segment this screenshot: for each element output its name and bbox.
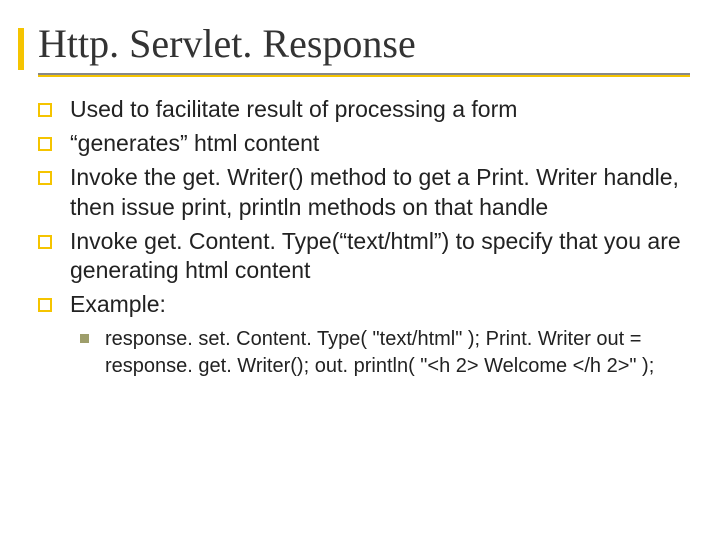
bullet-square-icon — [38, 235, 52, 249]
bullet-text: Example: — [70, 290, 166, 320]
sub-list-item: response. set. Content. Type( "text/html… — [80, 326, 690, 380]
list-item: Invoke get. Content. Type(“text/html”) t… — [38, 227, 682, 287]
sub-bullet-list: response. set. Content. Type( "text/html… — [80, 326, 690, 380]
list-item: “generates” html content — [38, 129, 682, 159]
list-item: Used to facilitate result of processing … — [38, 95, 682, 125]
bullet-text: Used to facilitate result of processing … — [70, 95, 517, 125]
sub-bullet-icon — [80, 334, 89, 343]
bullet-square-icon — [38, 171, 52, 185]
slide: Http. Servlet. Response Used to facilita… — [0, 0, 720, 540]
title-underline — [38, 73, 690, 77]
bullet-square-icon — [38, 137, 52, 151]
bullet-text: Invoke get. Content. Type(“text/html”) t… — [70, 227, 682, 287]
list-item: Example: — [38, 290, 682, 320]
slide-title: Http. Servlet. Response — [30, 20, 690, 67]
bullet-square-icon — [38, 298, 52, 312]
title-accent-bar — [18, 28, 24, 70]
bullet-text: Invoke the get. Writer() method to get a… — [70, 163, 682, 223]
bullet-list: Used to facilitate result of processing … — [30, 95, 690, 320]
sub-bullet-text: response. set. Content. Type( "text/html… — [105, 326, 690, 380]
bullet-text: “generates” html content — [70, 129, 319, 159]
list-item: Invoke the get. Writer() method to get a… — [38, 163, 682, 223]
bullet-square-icon — [38, 103, 52, 117]
